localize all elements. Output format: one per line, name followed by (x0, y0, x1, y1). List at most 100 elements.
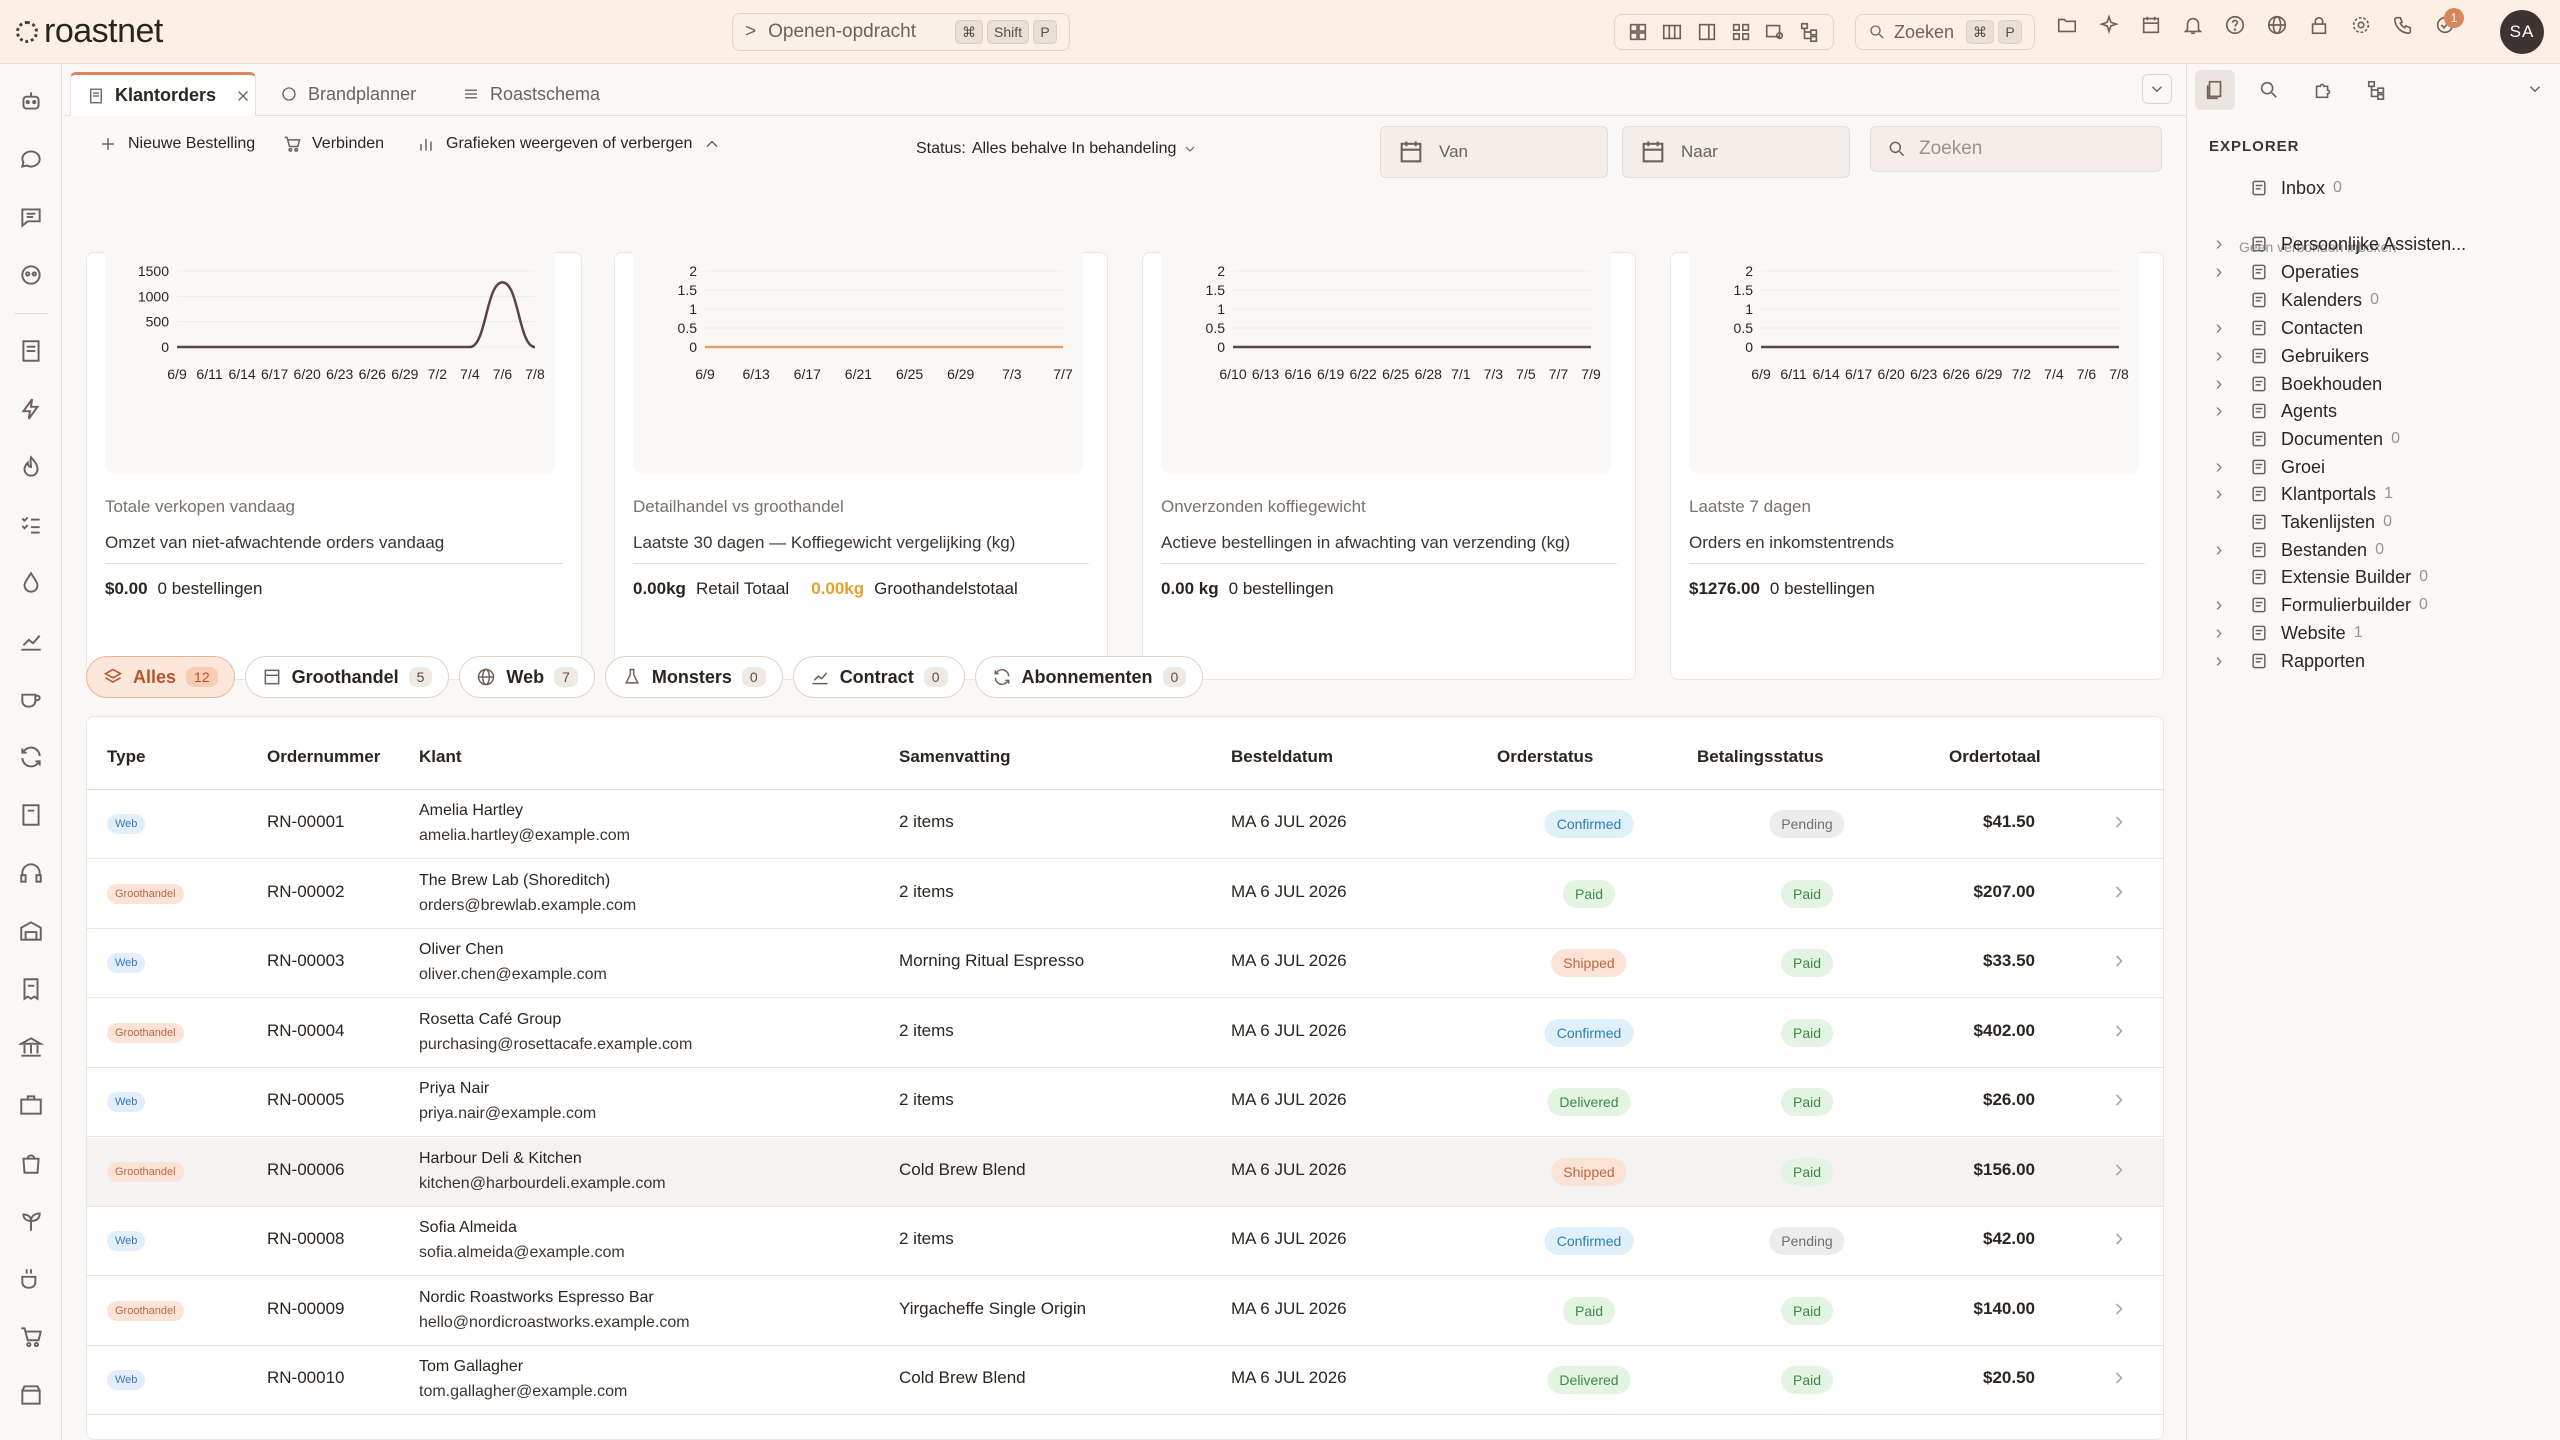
store-icon[interactable] (16, 1380, 46, 1410)
toggle-charts-button[interactable]: Grafieken weergeven of verbergen (416, 134, 722, 154)
grid-layout-icon[interactable] (1627, 21, 1649, 43)
column-header[interactable]: Besteldatum (1231, 747, 1333, 767)
chevron-down-icon[interactable] (2526, 80, 2544, 98)
lightning-icon[interactable] (16, 394, 46, 424)
puzzle-icon[interactable] (2303, 70, 2343, 110)
chevron-right-icon[interactable] (2109, 1160, 2129, 1185)
chevron-right-icon[interactable]: › (2205, 261, 2233, 284)
sprout-icon[interactable] (16, 1206, 46, 1236)
table-row[interactable]: GroothandelMeadow & Sons Grocers (87, 1416, 2163, 1440)
ledger-icon[interactable] (16, 336, 46, 366)
columns-icon[interactable] (1661, 21, 1683, 43)
global-search-button[interactable]: Zoeken ⌘ P (1855, 14, 2035, 50)
assistant-icon[interactable] (16, 260, 46, 290)
explorer-item[interactable]: › Groei (2205, 452, 2545, 482)
status-filter-dropdown[interactable]: Status: Alles behalve In behandeling (916, 140, 1198, 158)
table-row[interactable]: Web RN-00010 Tom Gallagher tom.gallagher@ex… (87, 1346, 2163, 1415)
chevron-right-icon[interactable]: › (2205, 650, 2233, 673)
column-header[interactable]: Klant (419, 747, 462, 767)
column-header[interactable]: Betalingsstatus (1697, 747, 1824, 767)
chevron-right-icon[interactable] (2109, 951, 2129, 976)
files-icon[interactable] (2195, 70, 2235, 110)
chevron-right-icon[interactable] (2109, 812, 2129, 837)
new-order-button[interactable]: Nieuwe Bestelling (98, 134, 255, 154)
date-to-field[interactable]: Naar (1622, 126, 1850, 178)
tree-icon[interactable] (1799, 21, 1821, 43)
bell-icon[interactable] (2182, 14, 2204, 36)
filter-abonnementen[interactable]: Abonnementen 0 (974, 656, 1204, 698)
date-from-field[interactable]: Van (1380, 126, 1608, 178)
chevron-right-icon[interactable] (2109, 1368, 2129, 1393)
logo[interactable]: roastnet (16, 12, 163, 51)
chevron-right-icon[interactable] (2109, 1090, 2129, 1115)
filter-contract[interactable]: Contract 0 (792, 656, 965, 698)
sparkle-icon[interactable] (2098, 14, 2120, 36)
explorer-item[interactable]: › Contacten (2205, 313, 2545, 343)
explorer-item[interactable]: › Rapporten (2205, 646, 2545, 676)
chevron-right-icon[interactable] (2109, 1021, 2129, 1046)
chevron-right-icon[interactable]: › (2205, 233, 2233, 256)
column-header[interactable]: Ordertotaal (1949, 747, 2041, 767)
warehouse-icon[interactable] (16, 916, 46, 946)
flame-icon[interactable] (16, 452, 46, 482)
chevron-right-icon[interactable]: › (2205, 345, 2233, 368)
table-row[interactable]: Groothandel RN-00002 The Brew Lab (Shoredi… (87, 860, 2163, 929)
column-header[interactable]: Samenvatting (899, 747, 1010, 767)
chevron-down-icon[interactable] (2142, 74, 2172, 104)
table-row[interactable]: Web RN-00005 Priya Nair priya.nair@example.… (87, 1068, 2163, 1137)
headset-icon[interactable] (16, 858, 46, 888)
chevron-right-icon[interactable] (2109, 1299, 2129, 1324)
help-icon[interactable] (2224, 14, 2246, 36)
phone-icon[interactable] (2392, 14, 2414, 36)
command-palette-button[interactable]: > Openen-opdracht ⌘ Shift P (732, 13, 1070, 51)
chevron-right-icon[interactable]: › (2205, 483, 2233, 506)
message-icon[interactable] (16, 202, 46, 232)
explorer-item[interactable]: › Klantportals 1 (2205, 479, 2545, 509)
explorer-item[interactable]: › Boekhouden (2205, 369, 2545, 399)
book-icon[interactable] (16, 800, 46, 830)
explorer-item[interactable]: › Persoonlijke Assisten... (2205, 229, 2545, 259)
checklist-icon[interactable] (16, 510, 46, 540)
tree-icon[interactable] (2357, 70, 2397, 110)
cart-icon[interactable] (16, 1322, 46, 1352)
tab-brandplanner[interactable]: Brandplanner (264, 72, 432, 116)
connect-button[interactable]: Verbinden (282, 134, 384, 154)
drop-icon[interactable] (16, 568, 46, 598)
chevron-right-icon[interactable]: › (2205, 622, 2233, 645)
explorer-item[interactable]: Inbox 0 (2205, 173, 2545, 203)
search-window-icon[interactable] (1764, 21, 1786, 43)
chevron-right-icon[interactable]: › (2205, 400, 2233, 423)
orders-search-input[interactable]: Zoeken (1870, 126, 2162, 172)
table-row[interactable]: Groothandel RN-00006 Harbour Deli & Kitche… (87, 1137, 2163, 1207)
bank-icon[interactable] (16, 1032, 46, 1062)
explorer-item[interactable]: › Agents (2205, 396, 2545, 426)
filter-groothandel[interactable]: Groothandel 5 (244, 656, 450, 698)
filter-web[interactable]: Web 7 (459, 656, 595, 698)
filter-monsters[interactable]: Monsters 0 (604, 656, 783, 698)
column-header[interactable]: Type (107, 747, 145, 767)
briefcase-icon[interactable] (16, 1090, 46, 1120)
avatar[interactable]: SA (2500, 10, 2544, 54)
folder-icon[interactable] (2056, 14, 2078, 36)
chevron-right-icon[interactable]: › (2205, 317, 2233, 340)
chevron-right-icon[interactable]: › (2205, 594, 2233, 617)
explorer-item[interactable]: › Website 1 (2205, 618, 2545, 648)
chat-bubble-icon[interactable] (16, 144, 46, 174)
globe-icon[interactable] (2266, 14, 2288, 36)
invoice-icon[interactable] (16, 974, 46, 1004)
coffee-icon[interactable] (16, 1264, 46, 1294)
cup-icon[interactable] (16, 684, 46, 714)
robot-icon[interactable] (16, 86, 46, 116)
search-icon[interactable] (2249, 70, 2289, 110)
chevron-right-icon[interactable]: › (2205, 456, 2233, 479)
filter-alles[interactable]: Alles 12 (86, 656, 235, 698)
chevron-right-icon[interactable]: › (2205, 373, 2233, 396)
tab-roastschema[interactable]: Roastschema (446, 72, 616, 116)
explorer-item[interactable]: Documenten 0 (2205, 424, 2545, 454)
column-header[interactable]: Orderstatus (1497, 747, 1593, 767)
table-row[interactable]: Web RN-00001 Amelia Hartley amelia.hartley@… (87, 790, 2163, 859)
table-row[interactable]: Groothandel RN-00009 Nordic Roastworks Esp… (87, 1277, 2163, 1346)
table-row[interactable]: Web RN-00008 Sofia Almeida sofia.almeida@ex… (87, 1207, 2163, 1276)
notifications-icon[interactable]: 1 (2434, 8, 2464, 36)
refresh-icon[interactable] (16, 742, 46, 772)
